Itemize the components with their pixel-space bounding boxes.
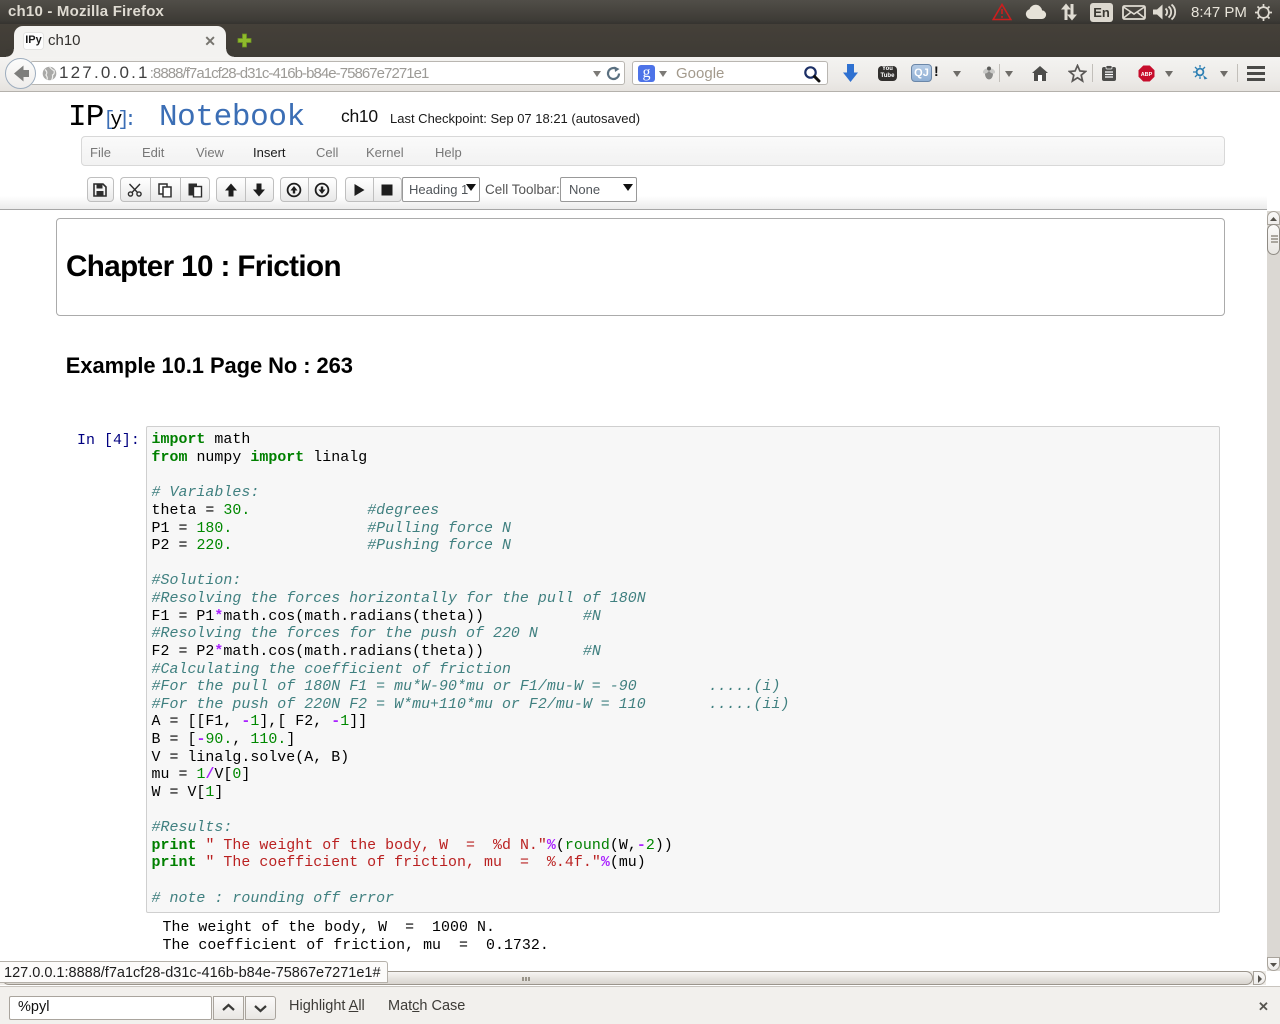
svg-text:ABP: ABP <box>1141 72 1153 78</box>
